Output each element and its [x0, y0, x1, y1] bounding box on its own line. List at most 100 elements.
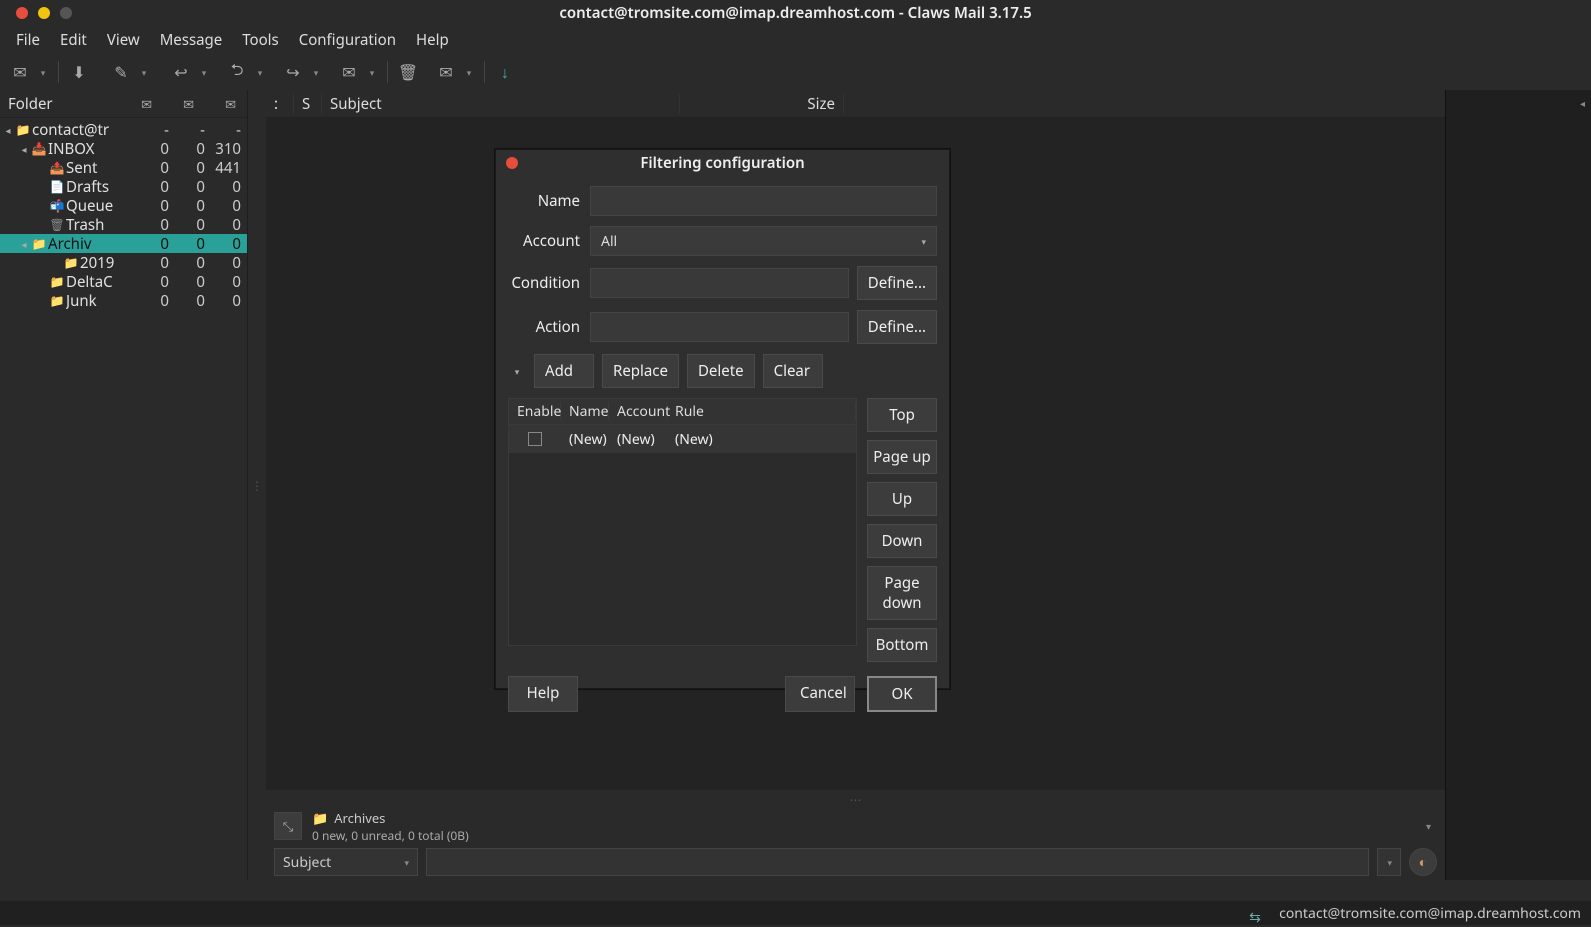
menu-tools[interactable]: Tools — [232, 26, 289, 54]
replace-button[interactable]: Replace — [602, 354, 679, 388]
pageup-button[interactable]: Page up — [867, 440, 937, 474]
bottom-button[interactable]: Bottom — [867, 628, 937, 662]
down-button[interactable]: Down — [867, 524, 937, 558]
col-enable[interactable]: Enable — [509, 402, 561, 421]
preview-collapse-icon[interactable]: ▾ — [1426, 819, 1437, 833]
splitter-horizontal[interactable]: ⋯ — [266, 790, 1445, 808]
folder-total: 0 — [211, 215, 247, 235]
preview-header: ⤡ 📁 Archives 0 new, 0 unread, 0 total (0… — [266, 808, 1445, 844]
folder-row-junk[interactable]: 📁Junk000 — [0, 291, 247, 310]
enable-checkbox[interactable] — [528, 432, 542, 446]
folder-icon: 📁 — [48, 292, 66, 309]
folder-row-contact@tr[interactable]: ◂📁contact@tr--- — [0, 120, 247, 139]
col-name[interactable]: Name — [561, 402, 609, 421]
menu-message[interactable]: Message — [150, 26, 233, 54]
menu-edit[interactable]: Edit — [50, 26, 97, 54]
compose-dropdown-icon[interactable]: ▾ — [36, 66, 50, 79]
window-title: contact@tromsite.com@imap.dreamhost.com … — [0, 3, 1591, 23]
folder-new: 0 — [139, 158, 175, 178]
reply-icon[interactable]: ↩ — [169, 60, 193, 84]
rule-menu-dropdown-icon[interactable]: ▾ — [508, 365, 526, 378]
col-rule[interactable]: Rule — [667, 402, 856, 421]
maximize-window-icon[interactable] — [60, 7, 72, 19]
cancel-button[interactable]: Cancel — [785, 676, 855, 712]
receive-icon[interactable]: ⬇ — [67, 60, 91, 84]
reply-all-icon[interactable]: ⮌ — [225, 60, 249, 84]
up-button[interactable]: Up — [867, 482, 937, 516]
panel-collapse-icon[interactable]: ◂ — [1580, 96, 1585, 110]
help-button[interactable]: Help — [508, 676, 578, 712]
condition-define-button[interactable]: Define... — [857, 266, 937, 300]
condition-label: Condition — [508, 273, 590, 293]
folder-icon: 📤 — [48, 159, 66, 176]
refresh-icon[interactable]: ↓ — [493, 60, 517, 84]
reply-dropdown-icon[interactable]: ▾ — [197, 66, 211, 79]
clear-button[interactable]: Clear — [763, 354, 823, 388]
action-define-button[interactable]: Define... — [857, 310, 937, 344]
junk-dropdown-icon[interactable]: ▾ — [462, 66, 476, 79]
forward-dropdown-icon[interactable]: ▾ — [309, 66, 323, 79]
splitter-vertical[interactable]: ⋮ — [248, 90, 266, 880]
folder-row-inbox[interactable]: ◂📥INBOX00310 — [0, 139, 247, 158]
mark-icon[interactable]: ✉ — [337, 60, 361, 84]
menu-help[interactable]: Help — [406, 26, 459, 54]
expand-icon[interactable]: ◂ — [2, 123, 14, 137]
send-icon[interactable]: ✎ — [109, 60, 133, 84]
folder-row-2019[interactable]: 📁2019000 — [0, 253, 247, 272]
col-account[interactable]: Account — [609, 402, 667, 421]
col-size[interactable]: Size — [680, 94, 844, 114]
mark-dropdown-icon[interactable]: ▾ — [365, 66, 379, 79]
search-options-combo[interactable]: ▾ — [1377, 848, 1401, 876]
menu-view[interactable]: View — [97, 26, 150, 54]
folder-name: Junk — [66, 291, 139, 311]
folder-tree[interactable]: ◂📁contact@tr---◂📥INBOX00310📤Sent00441📄Dr… — [0, 118, 247, 310]
preview-expand-button[interactable]: ⤡ — [274, 812, 302, 840]
folder-row-drafts[interactable]: 📄Drafts000 — [0, 177, 247, 196]
col-subject[interactable]: Subject — [322, 94, 680, 114]
rule-list[interactable]: Enable Name Account Rule (New) (New) (Ne… — [508, 398, 857, 646]
close-window-icon[interactable] — [16, 7, 28, 19]
delete-button[interactable]: Delete — [687, 354, 755, 388]
name-input[interactable] — [590, 186, 937, 216]
expand-icon[interactable]: ◂ — [18, 237, 30, 251]
dialog-close-icon[interactable] — [506, 157, 518, 169]
rule-row[interactable]: (New) (New) (New) — [509, 425, 856, 453]
condition-input[interactable] — [590, 268, 849, 298]
minimize-window-icon[interactable] — [38, 7, 50, 19]
compose-icon[interactable]: ✉ — [8, 60, 32, 84]
toolbar: ✉ ▾ ⬇ ✎ ▾ ↩ ▾ ⮌ ▾ ↪ ▾ ✉ ▾ 🗑 ✉ ▾ ↓ — [0, 54, 1591, 90]
action-input[interactable] — [590, 312, 849, 342]
trash-icon[interactable]: 🗑 — [396, 60, 420, 84]
menu-file[interactable]: File — [6, 26, 50, 54]
pagedown-button[interactable]: Page down — [867, 566, 937, 620]
reply-all-dropdown-icon[interactable]: ▾ — [253, 66, 267, 79]
folder-icon: 📁 — [30, 235, 48, 252]
search-input[interactable] — [426, 848, 1369, 876]
add-button[interactable]: Add — [534, 354, 594, 388]
folder-unread: 0 — [175, 291, 211, 311]
folder-row-sent[interactable]: 📤Sent00441 — [0, 158, 247, 177]
menubar: File Edit View Message Tools Configurati… — [0, 26, 1591, 54]
expand-icon[interactable]: ◂ — [18, 142, 30, 156]
folder-row-archiv[interactable]: ◂📁Archiv000 — [0, 234, 247, 253]
folder-name: INBOX — [48, 139, 139, 159]
connection-icon: ⇆ — [1249, 908, 1267, 918]
folder-row-trash[interactable]: 🗑Trash000 — [0, 215, 247, 234]
send-dropdown-icon[interactable]: ▾ — [137, 66, 151, 79]
search-run-button[interactable]: ◐ — [1409, 848, 1437, 876]
folder-total: 310 — [211, 139, 247, 159]
folder-row-deltac[interactable]: 📁DeltaC000 — [0, 272, 247, 291]
ok-button[interactable]: OK — [867, 676, 937, 712]
message-list-header: : S Subject Size — [266, 90, 1445, 118]
menu-configuration[interactable]: Configuration — [289, 26, 406, 54]
folder-unread: 0 — [175, 215, 211, 235]
preview-status: 0 new, 0 unread, 0 total (0B) — [312, 827, 469, 844]
col-status[interactable]: : — [266, 94, 294, 114]
folder-row-queue[interactable]: 📬Queue000 — [0, 196, 247, 215]
forward-icon[interactable]: ↪ — [281, 60, 305, 84]
top-button[interactable]: Top — [867, 398, 937, 432]
search-field-combo[interactable]: Subject ▾ — [274, 848, 418, 876]
account-combo[interactable]: All ▾ — [590, 226, 937, 256]
junk-icon[interactable]: ✉ — [434, 60, 458, 84]
col-status2[interactable]: S — [294, 94, 322, 114]
